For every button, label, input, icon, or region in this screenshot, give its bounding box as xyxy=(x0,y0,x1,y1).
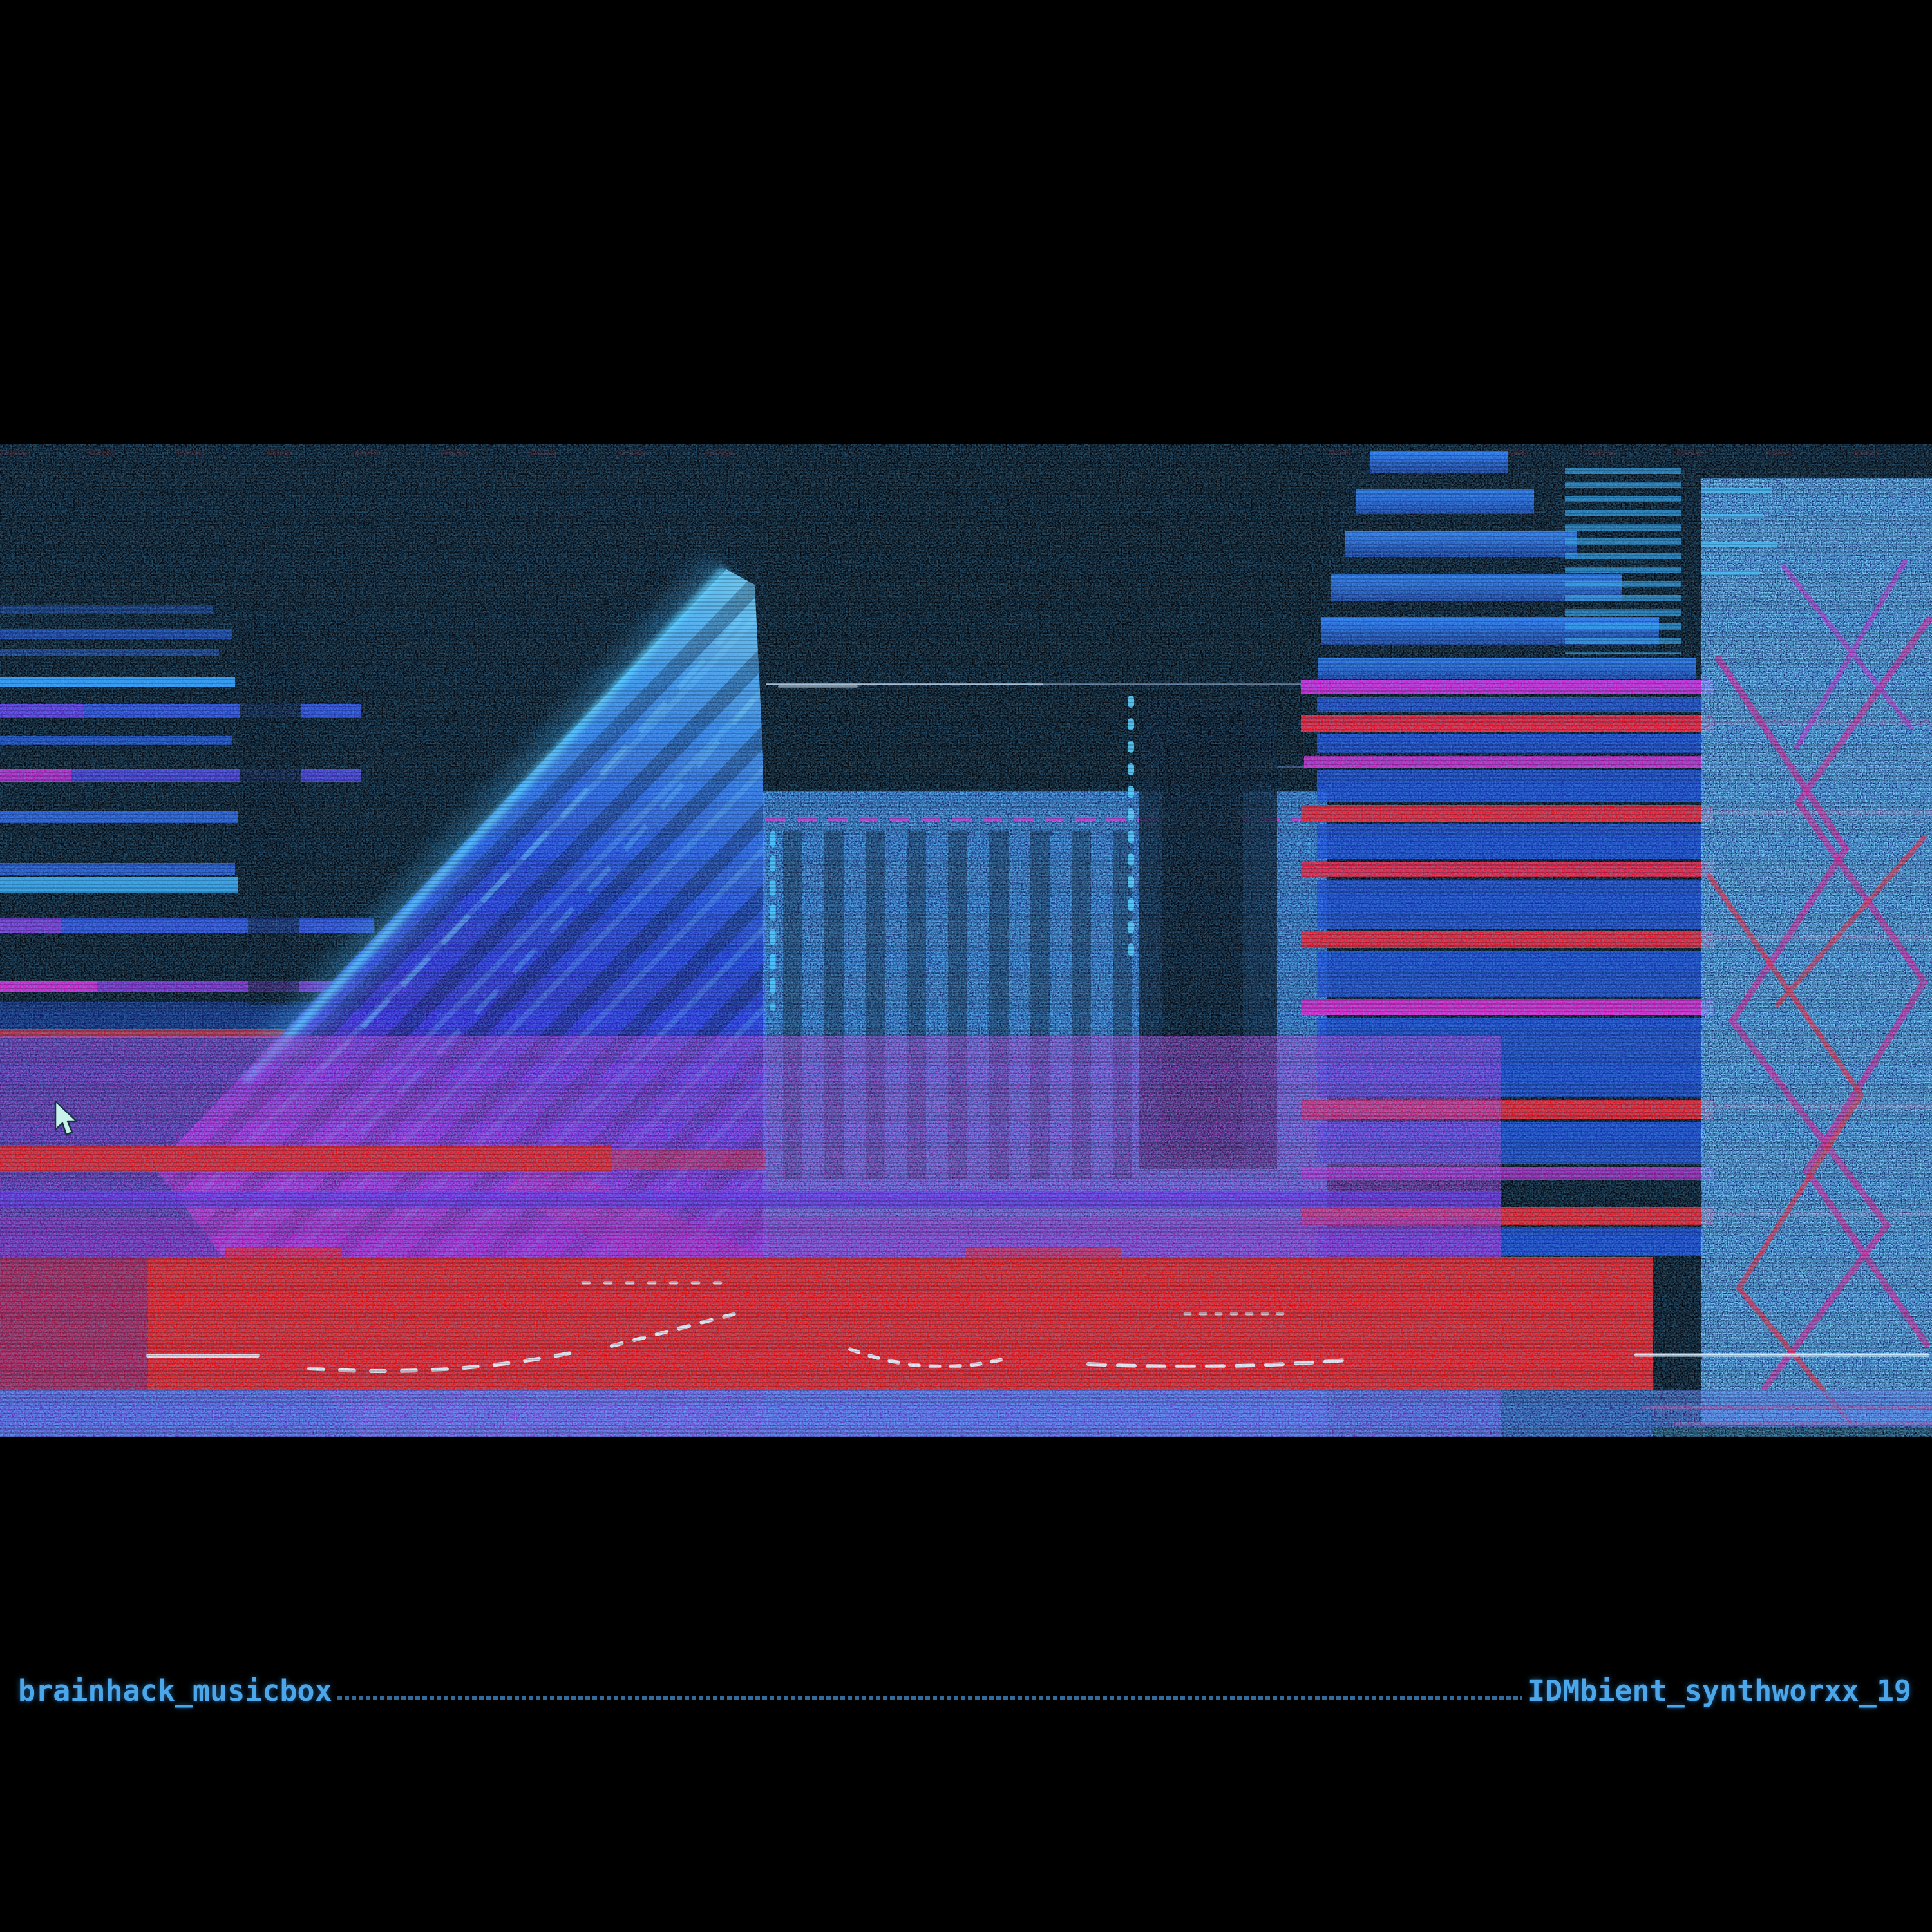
leader-dots xyxy=(337,1696,1522,1700)
mouse-cursor-icon xyxy=(53,1100,79,1137)
grain-overlay xyxy=(0,444,1932,1437)
track-name-left: brainhack_musicbox xyxy=(18,1673,332,1709)
track-name-right: IDMbient_synthworxx_19 xyxy=(1528,1673,1911,1709)
album-art-canvas: brainhack_musicbox IDMbient_synthworxx_1… xyxy=(0,0,1932,1932)
footer-track-info: brainhack_musicbox IDMbient_synthworxx_1… xyxy=(18,1671,1911,1709)
spectrogram-canvas xyxy=(0,444,1932,1437)
